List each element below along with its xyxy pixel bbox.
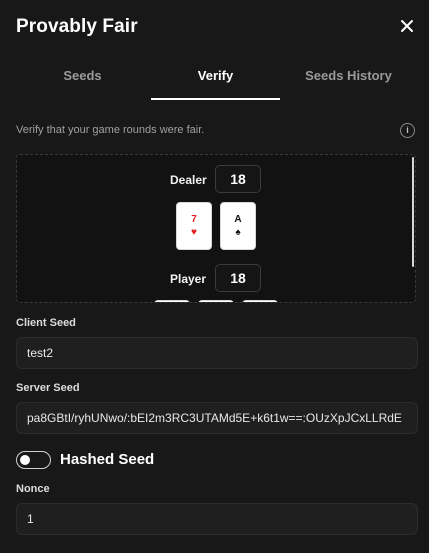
player-score: 18	[215, 264, 261, 292]
tab-seeds-history[interactable]: Seeds History	[282, 56, 415, 101]
player-card-1	[154, 300, 190, 302]
tab-seeds[interactable]: Seeds	[16, 56, 149, 101]
dealer-card-2: A ♠	[220, 202, 256, 250]
client-seed-input[interactable]: test2	[16, 337, 418, 369]
verify-description: Verify that your game rounds were fair.	[16, 124, 205, 136]
player-card-3	[242, 300, 278, 302]
dealer-card-1: 7 ♥	[176, 202, 212, 250]
toggle-knob	[20, 454, 30, 465]
hashed-seed-toggle[interactable]	[16, 451, 51, 469]
server-seed-input[interactable]: pa8GBtI/ryhUNwo/:bEI2m3RC3UTAMd5E+k6t1w=…	[16, 402, 418, 434]
nonce-label: Nonce	[16, 483, 50, 495]
hashed-seed-row: Hashed Seed	[16, 448, 216, 472]
server-seed-label: Server Seed	[16, 382, 80, 394]
dealer-label: Dealer	[170, 173, 207, 187]
heart-icon: ♥	[191, 227, 197, 238]
game-preview[interactable]: Dealer 18 7 ♥ A ♠ Player 18	[16, 154, 416, 303]
spade-icon: ♠	[235, 227, 241, 238]
dealer-score: 18	[215, 165, 261, 193]
modal-header: Provably Fair	[0, 0, 429, 56]
card-rank: 7	[191, 214, 197, 225]
nonce-input[interactable]: 1	[16, 503, 418, 535]
hashed-seed-label: Hashed Seed	[60, 451, 155, 468]
modal-title: Provably Fair	[16, 16, 138, 37]
tab-verify[interactable]: Verify	[151, 56, 280, 101]
client-seed-label: Client Seed	[16, 317, 76, 329]
preview-scrollbar[interactable]	[412, 157, 414, 267]
card-rank: A	[234, 214, 242, 225]
player-card-2	[198, 300, 234, 302]
info-icon[interactable]: i	[400, 123, 415, 138]
player-label: Player	[170, 272, 207, 286]
tab-bar: Seeds Verify Seeds History	[0, 56, 429, 101]
close-icon[interactable]	[398, 17, 416, 35]
